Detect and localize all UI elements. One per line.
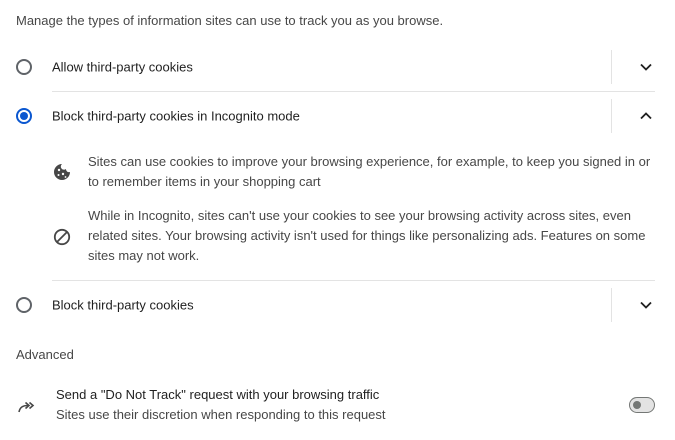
toggle-knob: [633, 401, 641, 409]
vertical-divider: [611, 288, 612, 322]
do-not-track-icon: [16, 397, 36, 417]
do-not-track-toggle[interactable]: [629, 397, 655, 413]
advanced-section-title: Advanced: [16, 347, 74, 362]
option-block-incognito[interactable]: Block third-party cookies in Incognito m…: [0, 92, 675, 140]
incognito-detail-tracking: While in Incognito, sites can't use your…: [88, 208, 646, 263]
radio-allow-third-party-cookies[interactable]: [16, 59, 32, 75]
chevron-down-icon[interactable]: [634, 55, 658, 79]
incognito-detail-cookies: Sites can use cookies to improve your br…: [88, 154, 651, 189]
page-description: Manage the types of information sites ca…: [16, 13, 444, 28]
option-label: Block third-party cookies in Incognito m…: [52, 108, 300, 124]
option-allow-third-party-cookies[interactable]: Allow third-party cookies: [0, 43, 675, 91]
vertical-divider: [611, 50, 612, 84]
do-not-track-subtitle: Sites use their discretion when respondi…: [56, 407, 386, 422]
option-label: Block third-party cookies: [52, 297, 194, 313]
cookie-icon: [52, 162, 72, 182]
option-label: Allow third-party cookies: [52, 59, 193, 75]
radio-block-third-party-cookies[interactable]: [16, 297, 32, 313]
chevron-down-icon[interactable]: [634, 293, 658, 317]
do-not-track-title: Send a "Do Not Track" request with your …: [56, 387, 380, 402]
vertical-divider: [611, 99, 612, 133]
block-icon: [52, 227, 72, 247]
chevron-up-icon[interactable]: [634, 104, 658, 128]
radio-block-incognito[interactable]: [16, 108, 32, 124]
option-block-third-party-cookies[interactable]: Block third-party cookies: [0, 281, 675, 329]
